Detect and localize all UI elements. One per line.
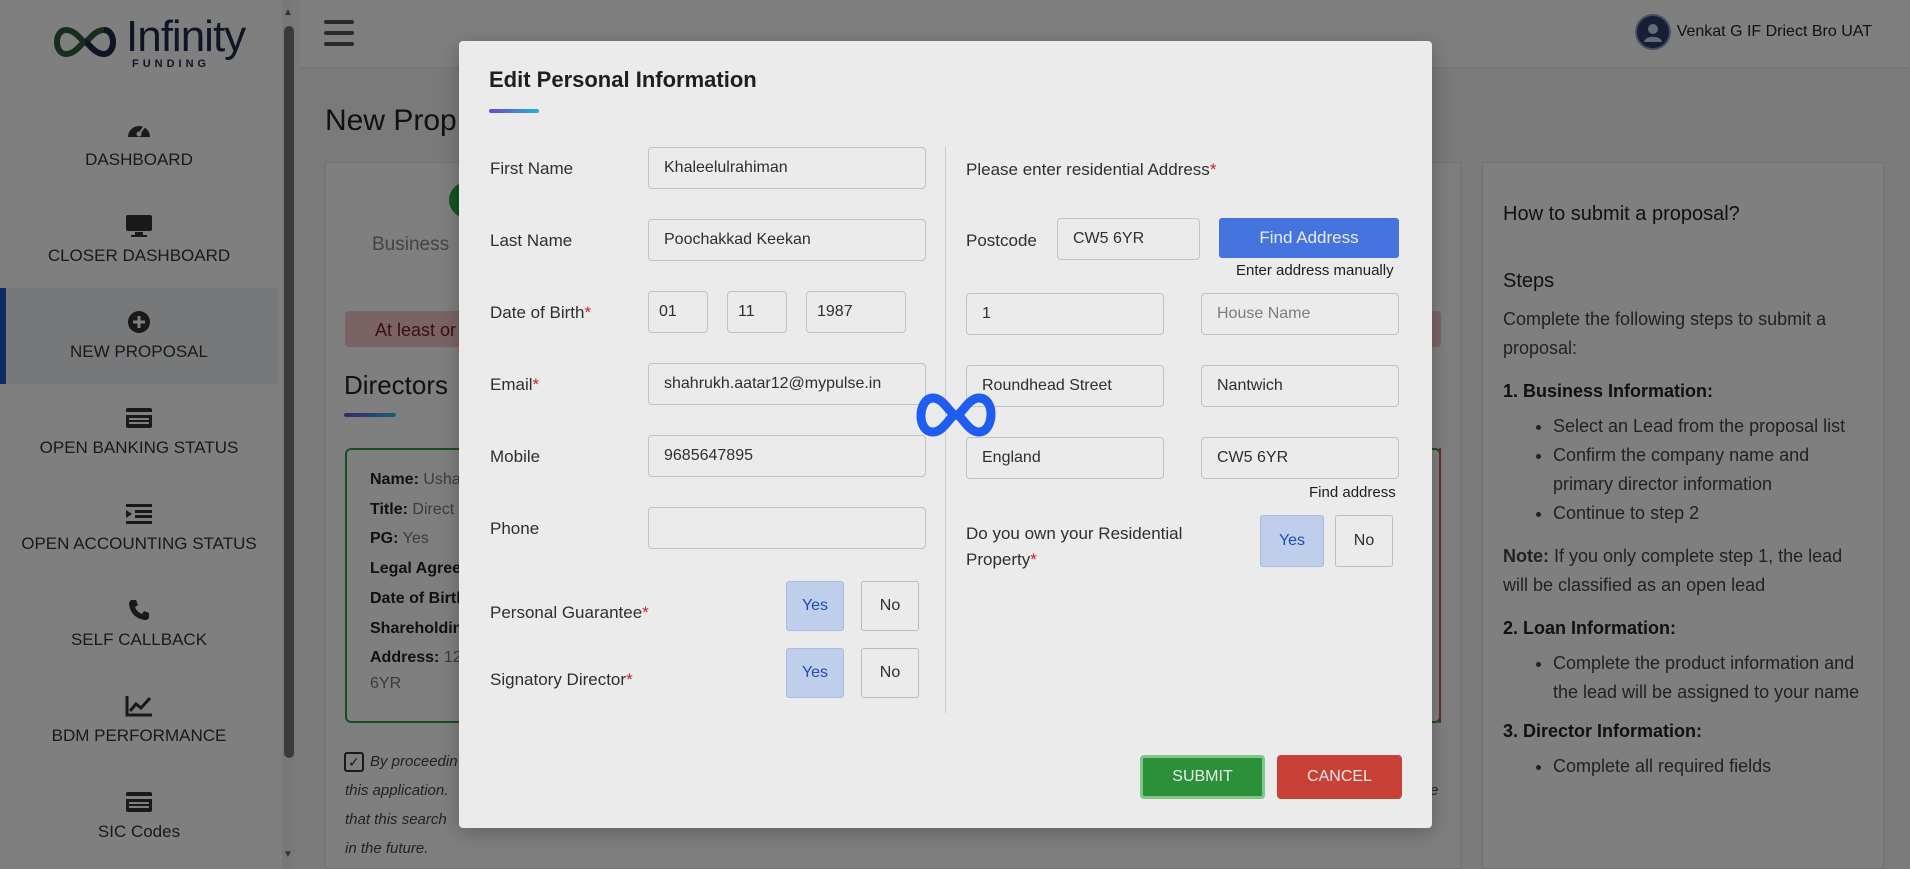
first-name-field[interactable]: Khaleelulrahiman bbox=[648, 147, 926, 189]
cancel-button[interactable]: CANCEL bbox=[1277, 755, 1402, 799]
submit-button[interactable]: SUBMIT bbox=[1140, 755, 1265, 799]
postcode-label: Postcode bbox=[966, 231, 1037, 250]
own-property-yes-button[interactable]: Yes bbox=[1260, 515, 1324, 567]
house-number-field[interactable]: 1 bbox=[966, 293, 1164, 335]
address-postcode-field[interactable]: CW5 6YR bbox=[1201, 437, 1399, 479]
postcode-field[interactable]: CW5 6YR bbox=[1057, 218, 1200, 260]
own-property-label: Do you own your Residential Property* bbox=[966, 524, 1183, 569]
first-name-label: First Name bbox=[490, 159, 574, 178]
phone-label: Phone bbox=[490, 519, 540, 538]
house-name-field[interactable]: House Name bbox=[1201, 293, 1399, 335]
address-prompt-label: Please enter residential Address* bbox=[966, 160, 1217, 179]
own-property-no-button[interactable]: No bbox=[1335, 515, 1393, 567]
email-field[interactable]: shahrukh.aatar12@mypulse.in bbox=[648, 363, 926, 405]
last-name-field[interactable]: Poochakkad Keekan bbox=[648, 219, 926, 261]
personal-guarantee-no-button[interactable]: No bbox=[861, 581, 919, 631]
mobile-field[interactable]: 9685647895 bbox=[648, 435, 926, 477]
find-address-link[interactable]: Find address bbox=[1309, 484, 1396, 501]
dob-label: Date of Birth* bbox=[490, 303, 592, 322]
signatory-director-yes-button[interactable]: Yes bbox=[786, 648, 844, 698]
loading-spinner-icon bbox=[916, 393, 996, 437]
personal-guarantee-label: Personal Guarantee* bbox=[490, 603, 649, 622]
email-label: Email* bbox=[490, 375, 540, 394]
dob-year-field[interactable]: 1987 bbox=[806, 291, 906, 333]
dob-day-field[interactable]: 01 bbox=[648, 291, 708, 333]
signatory-director-label: Signatory Director* bbox=[490, 670, 633, 689]
signatory-director-no-button[interactable]: No bbox=[861, 648, 919, 698]
town-field[interactable]: Nantwich bbox=[1201, 365, 1399, 407]
dob-month-field[interactable]: 11 bbox=[727, 291, 787, 333]
mobile-label: Mobile bbox=[490, 447, 541, 466]
find-address-button[interactable]: Find Address bbox=[1219, 218, 1399, 258]
title-underline bbox=[489, 109, 539, 113]
enter-address-manually-link[interactable]: Enter address manually bbox=[1236, 262, 1394, 279]
phone-field[interactable] bbox=[648, 507, 926, 549]
modal-title: Edit Personal Information bbox=[489, 67, 757, 92]
personal-guarantee-yes-button[interactable]: Yes bbox=[786, 581, 844, 631]
last-name-label: Last Name bbox=[490, 231, 573, 250]
country-field[interactable]: England bbox=[966, 437, 1164, 479]
